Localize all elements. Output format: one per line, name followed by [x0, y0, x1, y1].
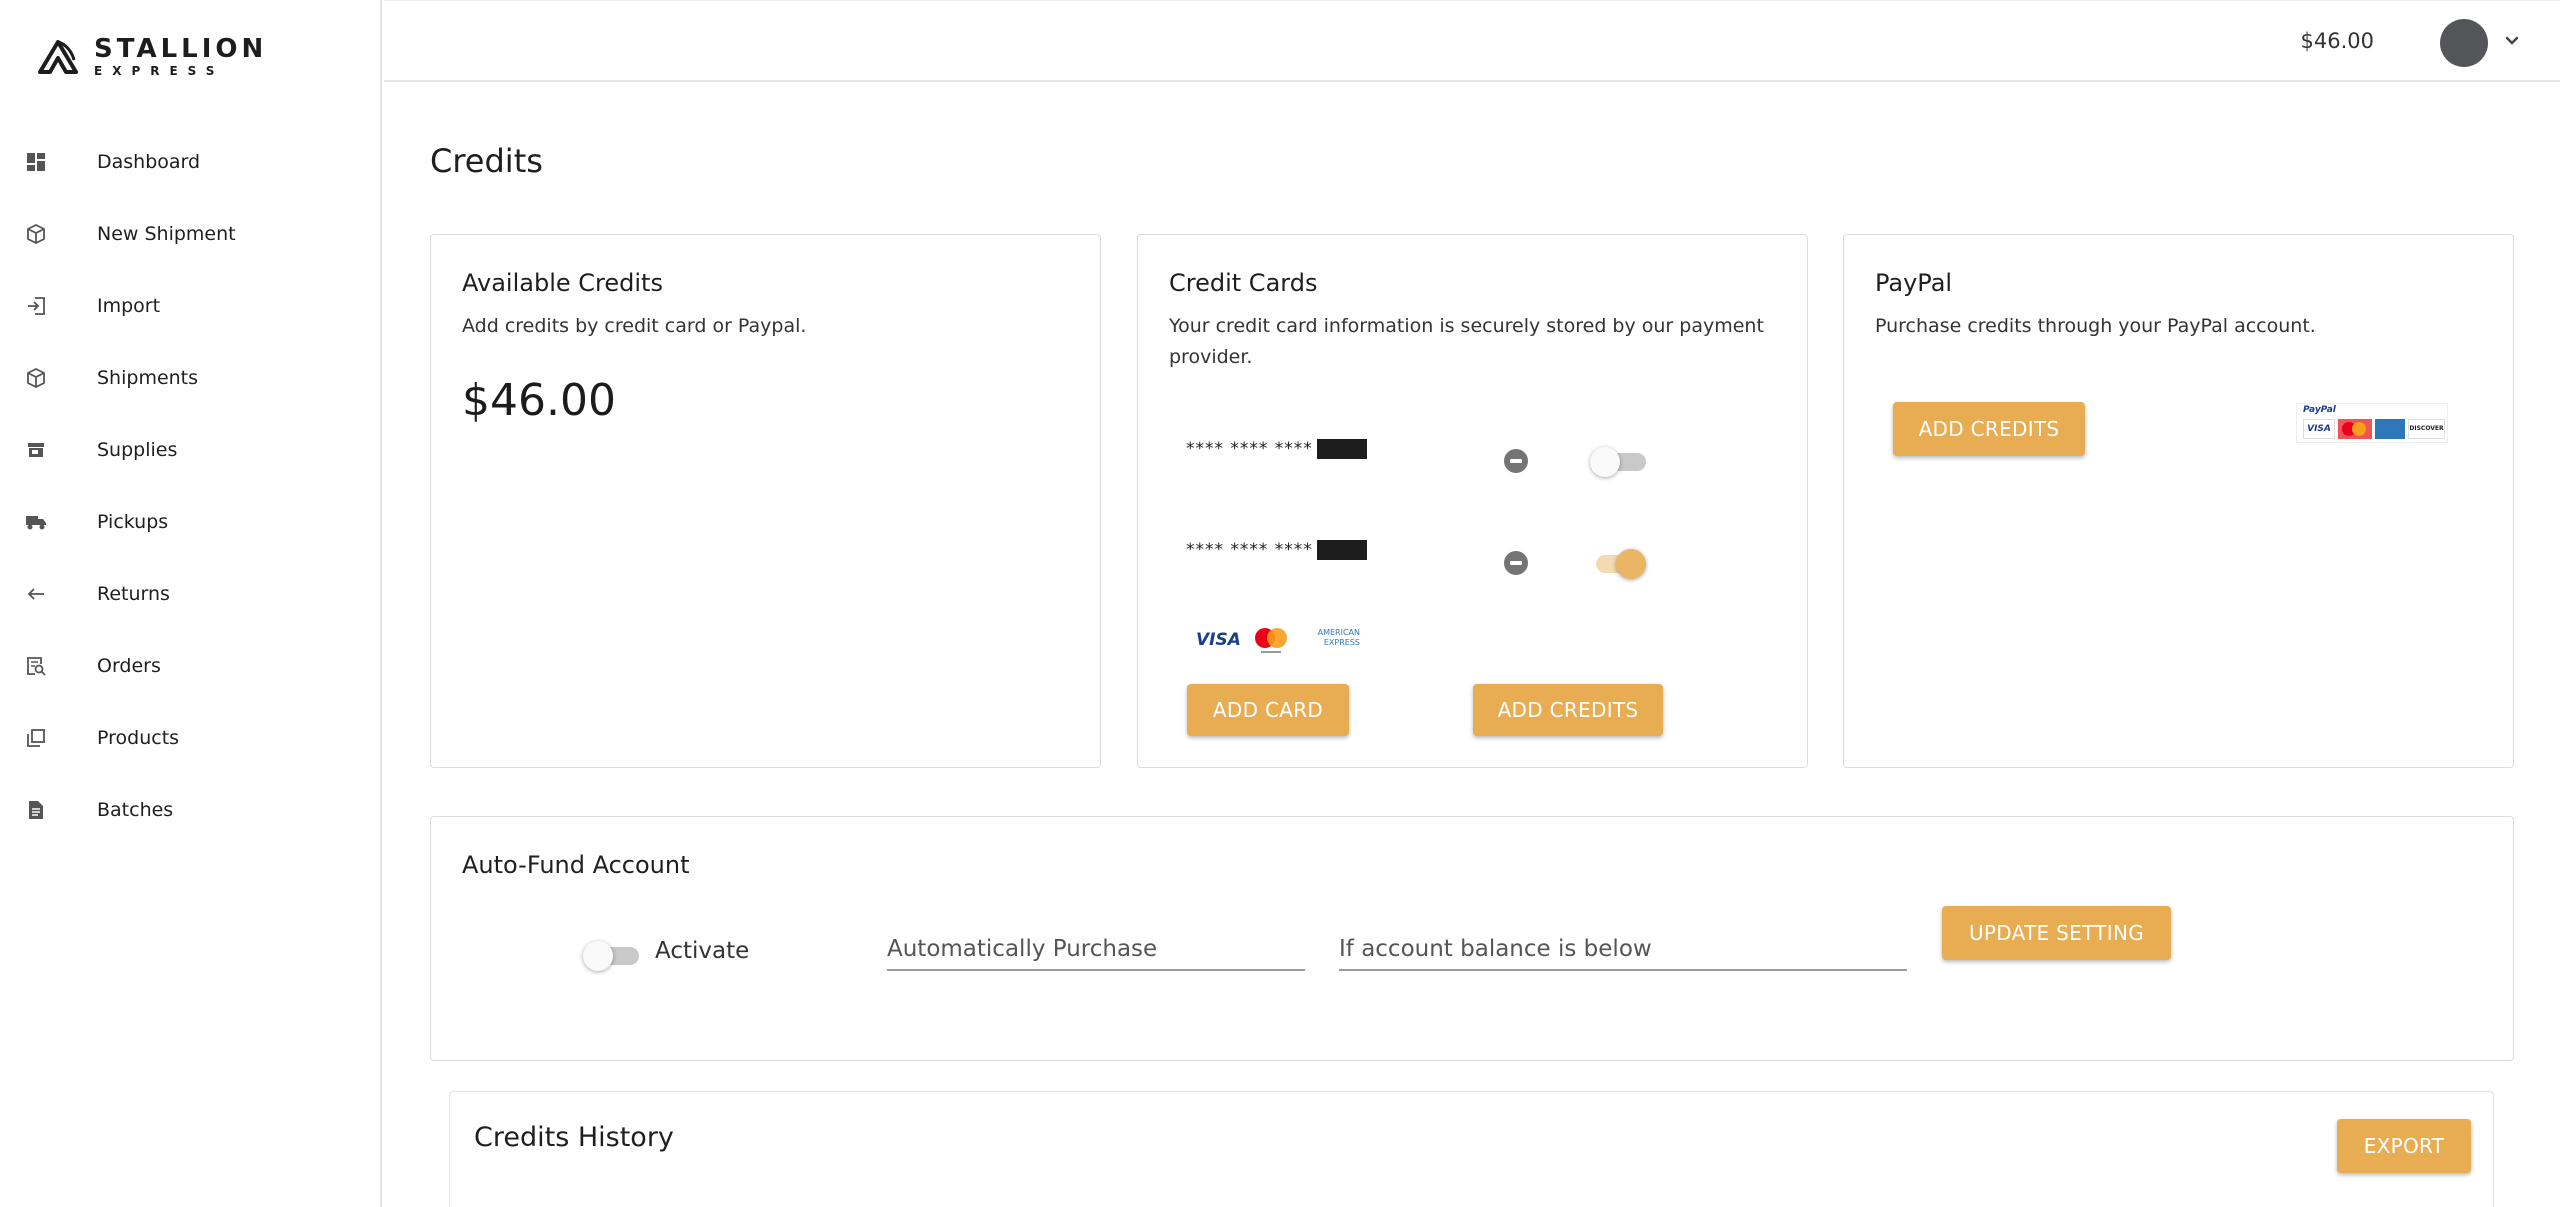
- activate-label: Activate: [655, 938, 750, 964]
- sidebar-item-batches[interactable]: Batches: [0, 774, 380, 846]
- sidebar-item-label: Dashboard: [97, 151, 201, 173]
- mastercard-logo-icon: [1255, 628, 1287, 653]
- sidebar-item-label: New Shipment: [97, 223, 236, 245]
- auto-purchase-field[interactable]: [887, 929, 1305, 971]
- add-credits-card-button[interactable]: ADD CREDITS: [1473, 684, 1663, 736]
- sidebar-item-new-shipment[interactable]: New Shipment: [0, 198, 380, 270]
- sidebar-item-shipments[interactable]: Shipments: [0, 342, 380, 414]
- amex-logo-line2: EXPRESS: [1323, 638, 1360, 647]
- balance-threshold-input[interactable]: [1339, 929, 1907, 969]
- auto-fund-card: Auto-Fund Account Activate UPDATE SETTIN…: [430, 816, 2514, 1061]
- card-last-digits-redacted: [1316, 540, 1367, 560]
- balance-threshold-field[interactable]: [1339, 929, 1907, 971]
- sidebar-nav: Dashboard New Shipment Import Shipments …: [0, 126, 380, 846]
- visa-logo: VISA: [2303, 419, 2335, 439]
- sidebar-item-label: Products: [97, 727, 180, 749]
- available-credits-card: Available Credits Add credits by credit …: [430, 234, 1101, 768]
- auto-fund-activate-toggle[interactable]: [583, 939, 639, 971]
- sidebar-item-label: Pickups: [97, 511, 169, 533]
- products-icon: [24, 726, 48, 750]
- auto-fund-title: Auto-Fund Account: [462, 851, 690, 879]
- visa-logo: VISA: [1196, 630, 1241, 650]
- package-icon: [24, 366, 48, 390]
- arrow-left-icon: [24, 582, 48, 606]
- paypal-description: Purchase credits through your PayPal acc…: [1875, 315, 2316, 337]
- sidebar-item-label: Returns: [97, 583, 170, 605]
- remove-card-icon[interactable]: [1504, 449, 1528, 473]
- header-balance: $46.00: [2300, 29, 2374, 53]
- update-setting-button[interactable]: UPDATE SETTING: [1942, 906, 2171, 960]
- credit-cards-description-line2: provider.: [1169, 346, 1253, 368]
- paypal-logo: PayPal: [2303, 405, 2336, 415]
- saved-card-number: **** **** ****: [1186, 540, 1367, 560]
- paypal-add-credits-button[interactable]: ADD CREDITS: [1893, 402, 2085, 456]
- sidebar-item-label: Import: [97, 295, 161, 317]
- dashboard-icon: [24, 150, 48, 174]
- card-enable-toggle[interactable]: [1590, 547, 1646, 579]
- sidebar-item-returns[interactable]: Returns: [0, 558, 380, 630]
- credit-cards-card: Credit Cards Your credit card informatio…: [1137, 234, 1808, 768]
- available-credits-description: Add credits by credit card or Paypal.: [462, 315, 807, 337]
- chevron-down-icon[interactable]: [2502, 31, 2522, 51]
- card-number-mask-text: **** **** ****: [1186, 540, 1313, 560]
- add-card-button[interactable]: ADD CARD: [1187, 684, 1349, 736]
- import-icon: [24, 294, 48, 318]
- order-search-icon: [24, 654, 48, 678]
- paypal-card: PayPal Purchase credits through your Pay…: [1843, 234, 2514, 768]
- package-icon: [24, 222, 48, 246]
- logo-sub: EXPRESS: [94, 63, 225, 78]
- sidebar: STALLION EXPRESS Dashboard New Shipment …: [0, 0, 382, 1207]
- credits-history-card: Credits History EXPORT: [449, 1091, 2494, 1207]
- sidebar-item-supplies[interactable]: Supplies: [0, 414, 380, 486]
- amex-logo-icon: [2375, 419, 2405, 439]
- paypal-accepted-cards-badge: PayPal VISA DISCOVER: [2296, 403, 2448, 443]
- sidebar-item-products[interactable]: Products: [0, 702, 380, 774]
- export-button[interactable]: EXPORT: [2337, 1119, 2471, 1173]
- card-number-mask-text: **** **** ****: [1186, 439, 1313, 459]
- stallion-express-logo[interactable]: STALLION EXPRESS: [36, 34, 267, 78]
- sidebar-item-dashboard[interactable]: Dashboard: [0, 126, 380, 198]
- sidebar-item-import[interactable]: Import: [0, 270, 380, 342]
- credits-history-title: Credits History: [474, 1122, 674, 1153]
- mastercard-logo-icon: [2338, 419, 2372, 439]
- sidebar-item-label: Shipments: [97, 367, 199, 389]
- sidebar-item-label: Supplies: [97, 439, 178, 461]
- toggle-knob: [583, 941, 613, 971]
- truck-icon: [24, 510, 48, 534]
- stallion-logo-icon: [38, 40, 78, 74]
- amex-logo-line1: AMERICAN: [1317, 628, 1360, 637]
- paypal-title: PayPal: [1875, 269, 1953, 297]
- discover-logo: DISCOVER: [2408, 419, 2445, 439]
- document-icon: [24, 798, 48, 822]
- toggle-knob: [1590, 447, 1620, 477]
- remove-card-icon[interactable]: [1504, 551, 1528, 575]
- amex-logo: AMERICAN EXPRESS: [1304, 628, 1360, 648]
- page-title: Credits: [430, 142, 543, 180]
- logo-name: STALLION: [94, 33, 268, 64]
- available-credits-amount: $46.00: [462, 375, 616, 426]
- sidebar-item-label: Orders: [97, 655, 161, 677]
- credit-cards-title: Credit Cards: [1169, 269, 1318, 297]
- toggle-knob: [1616, 549, 1646, 579]
- saved-card-number: **** **** ****: [1186, 439, 1367, 459]
- top-bar: $46.00: [384, 0, 2560, 82]
- credit-cards-description-line1: Your credit card information is securely…: [1169, 315, 1764, 337]
- auto-purchase-input[interactable]: [887, 929, 1305, 969]
- avatar[interactable]: [2440, 19, 2488, 67]
- available-credits-title: Available Credits: [462, 269, 663, 297]
- card-last-digits-redacted: [1316, 439, 1367, 459]
- card-enable-toggle[interactable]: [1590, 445, 1646, 477]
- sidebar-item-label: Batches: [97, 799, 174, 821]
- sidebar-item-pickups[interactable]: Pickups: [0, 486, 380, 558]
- store-icon: [24, 438, 48, 462]
- sidebar-item-orders[interactable]: Orders: [0, 630, 380, 702]
